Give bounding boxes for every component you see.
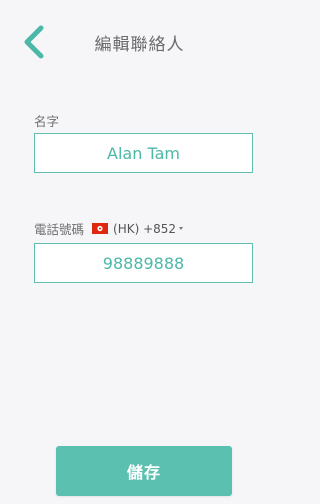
page-title: 編輯聯絡人 [94, 35, 185, 55]
phone-label-row: 電話號碼 (HK) +852 [34, 219, 184, 238]
phone-field[interactable] [35, 244, 252, 282]
hong-kong-flag-icon [92, 223, 109, 234]
header: 編輯聯絡人 [0, 0, 279, 84]
caret-down-icon [179, 227, 184, 230]
name-label: 名字 [34, 114, 60, 129]
save-button[interactable]: 儲存 [56, 446, 232, 496]
phone-field-container [34, 243, 253, 283]
country-code-text: (HK) +852 [113, 221, 177, 236]
country-code-selector[interactable]: (HK) +852 [113, 221, 184, 236]
phone-label: 電話號碼 [34, 222, 85, 237]
name-field-container [34, 133, 253, 173]
back-button[interactable] [14, 22, 54, 62]
chevron-left-icon [24, 25, 44, 59]
name-field[interactable] [35, 134, 252, 172]
